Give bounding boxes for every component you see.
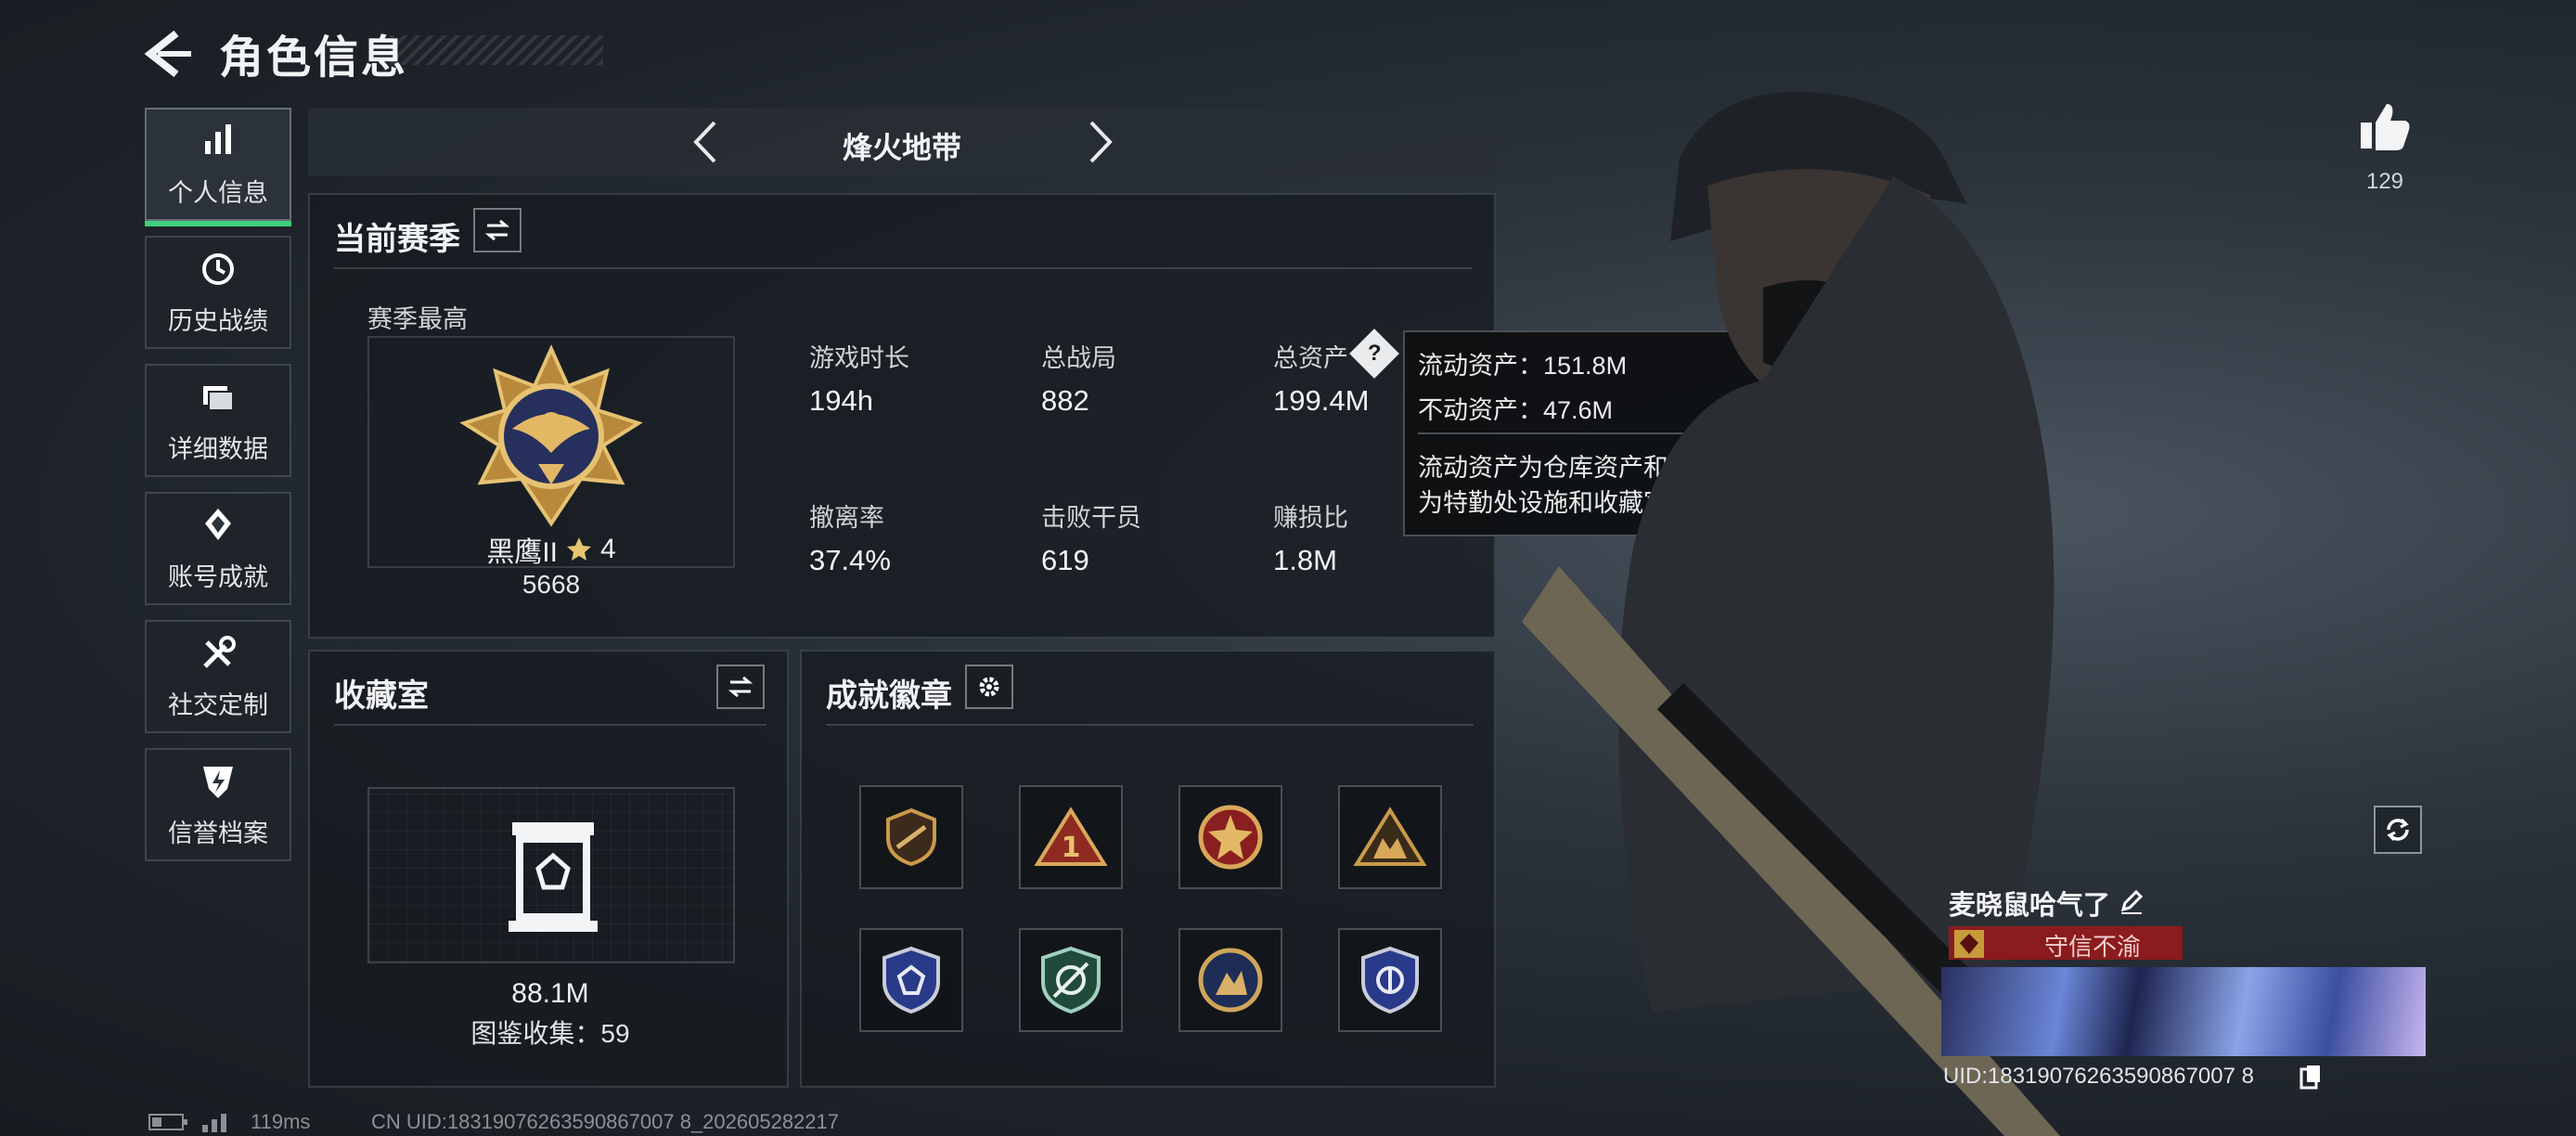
thumbs-up-icon[interactable]: [2357, 100, 2413, 152]
history-clock-icon: [202, 252, 234, 285]
badge-slot[interactable]: [859, 785, 963, 889]
nav-label: 账号成就: [168, 562, 268, 591]
rank-name: 黑鹰II: [486, 537, 558, 568]
copy-icon[interactable]: [2299, 1064, 2322, 1090]
stat-label-kills: 击败干员: [1041, 504, 1141, 532]
signal-icon: [202, 1114, 226, 1132]
gear-icon: [979, 677, 999, 697]
stat-label-matches: 总战局: [1041, 344, 1116, 372]
stat-value-matches: 882: [1041, 384, 1089, 417]
badge-slot[interactable]: [1338, 785, 1442, 889]
rifle-shield-badge-icon: [886, 807, 936, 867]
stat-value-assets: 199.4M: [1273, 384, 1370, 417]
section-divider: [826, 724, 1474, 726]
stat-label-playtime: 游戏时长: [809, 344, 909, 372]
badge-slot[interactable]: [1019, 928, 1123, 1032]
squad-triangle-badge-icon: [1353, 807, 1427, 866]
help-icon[interactable]: ?: [1349, 329, 1399, 379]
reputation-emblem-icon: [1954, 930, 1984, 958]
stat-value-profit-ratio: 1.8M: [1273, 544, 1337, 576]
tools-icon: [203, 635, 236, 668]
svg-text:1: 1: [1062, 832, 1081, 864]
star-medal-badge-icon: [1198, 805, 1263, 870]
stat-label-assets: 总资产: [1273, 344, 1348, 372]
ping-text: 119ms: [251, 1110, 311, 1133]
rank-stars: 4: [599, 534, 616, 564]
badges-panel: 成就徽章 1: [800, 650, 1496, 1088]
battery-icon: [148, 1114, 187, 1130]
mode-selector: 烽火地带: [308, 108, 1496, 176]
rank-score: 5668: [522, 570, 581, 599]
nav-item-social[interactable]: 社交定制: [145, 620, 291, 733]
page-title: 角色信息: [219, 33, 409, 83]
nav-label: 详细数据: [168, 434, 268, 463]
nav-label: 个人信息: [168, 178, 268, 207]
swap-icon: [728, 676, 753, 698]
player-name: 麦晓鼠哈气了: [1949, 891, 2111, 921]
diamond-award-icon: [205, 508, 231, 540]
badge-slot[interactable]: 1: [1019, 785, 1123, 889]
star-icon: [566, 537, 591, 561]
stat-value-extract-rate: 37.4%: [809, 544, 891, 576]
swap-icon: [484, 219, 510, 241]
collection-title: 收藏室: [334, 678, 429, 714]
season-title: 当前赛季: [334, 222, 460, 257]
nav-label: 历史战绩: [168, 306, 268, 335]
refresh-icon: [2387, 818, 2409, 842]
back-arrow-icon[interactable]: [139, 28, 195, 80]
navy-round-badge-icon: [1198, 948, 1263, 1013]
badges-title: 成就徽章: [826, 678, 952, 714]
collection-value: 88.1M: [511, 978, 589, 1009]
chevron-right-icon[interactable]: [1084, 119, 1117, 165]
collection-cabinet-icon: [509, 822, 598, 932]
mode-title: 烽火地带: [842, 131, 961, 164]
section-divider: [334, 267, 1472, 269]
badge-slot[interactable]: [1338, 928, 1442, 1032]
rank-medal-icon: [459, 344, 643, 527]
nav-item-history[interactable]: 历史战绩: [145, 236, 291, 349]
rank-name-row: 黑鹰II 4: [367, 529, 735, 570]
nav-item-credit[interactable]: 信誉档案: [145, 748, 291, 861]
badge-slot[interactable]: [859, 928, 963, 1032]
player-uid: UID:18319076263590867007 8: [1943, 1064, 2254, 1089]
reputation-text: 守信不渝: [2043, 933, 2141, 961]
likes-count: 129: [2365, 169, 2404, 194]
section-divider: [334, 724, 766, 726]
green-target-badge-icon: [1041, 946, 1101, 1014]
stat-label-profit-ratio: 赚损比: [1273, 504, 1348, 532]
nav-item-personal-info[interactable]: 个人信息: [145, 108, 291, 226]
refresh-button[interactable]: [2374, 806, 2422, 854]
shield-lightning-icon: [203, 766, 233, 798]
status-bar: 119ms CN UID:18319076263590867007 8_2026…: [0, 1110, 2576, 1136]
season-switch-button[interactable]: [473, 208, 522, 252]
nav-item-achievements[interactable]: 账号成就: [145, 492, 291, 605]
collection-panel: 收藏室 88.1M 图鉴收集：59: [308, 650, 789, 1088]
stat-value-playtime: 194h: [809, 384, 873, 417]
season-highest-label: 赛季最高: [367, 305, 468, 333]
footer-uid: CN UID:18319076263590867007 8_2026052822…: [371, 1110, 840, 1133]
collection-preview[interactable]: [367, 787, 735, 963]
collection-switch-button[interactable]: [716, 665, 765, 709]
title-decoration: [390, 35, 603, 65]
stat-label-extract-rate: 撤离率: [809, 504, 884, 532]
stat-value-kills: 619: [1041, 544, 1089, 576]
collection-count: 图鉴收集：59: [470, 1019, 630, 1048]
folder-icon: [203, 385, 234, 411]
profile-banner: [1941, 967, 2426, 1056]
blue-shield-badge-icon: [882, 946, 940, 1014]
nav-item-detail-data[interactable]: 详细数据: [145, 364, 291, 477]
triangle-number-badge-icon: 1: [1034, 807, 1108, 866]
bar-chart-icon: [205, 123, 231, 154]
edit-icon[interactable]: [2118, 887, 2145, 915]
badge-slot[interactable]: [1179, 785, 1282, 889]
season-panel: 当前赛季 赛季最高 黑鹰II 4 5668 游戏时长 194h 总战局 882 …: [308, 193, 1496, 639]
nav-label: 信誉档案: [168, 819, 268, 847]
badge-slot[interactable]: [1179, 928, 1282, 1032]
nav-label: 社交定制: [168, 691, 268, 719]
blue-emblem-badge-icon: [1361, 946, 1419, 1014]
badges-settings-button[interactable]: [965, 665, 1013, 709]
